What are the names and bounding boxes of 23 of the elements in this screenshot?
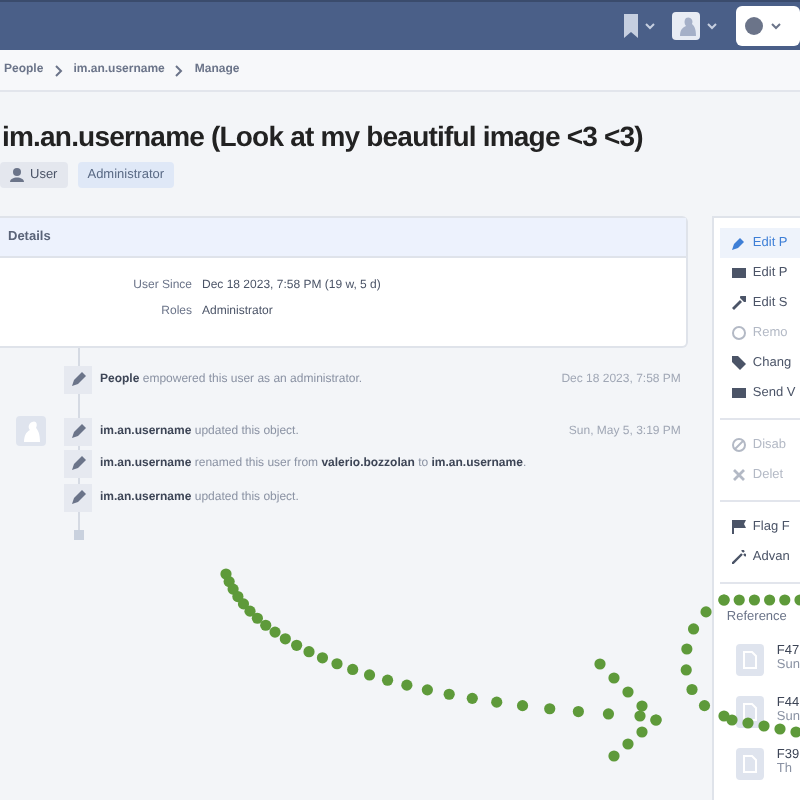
file-icon (736, 644, 765, 676)
file-icon (736, 748, 765, 780)
chevron-right-icon (53, 63, 64, 77)
avatar-icon (16, 416, 46, 447)
page-title: im.an.username (Look at my beautiful image <3 <3) (2, 120, 645, 152)
circle-icon (732, 326, 747, 340)
avatar-icon[interactable] (672, 12, 720, 40)
pencil-icon (64, 450, 92, 479)
wand-icon (732, 550, 747, 564)
bookmark-icon[interactable] (624, 14, 656, 38)
settings-menu-button[interactable] (736, 6, 800, 46)
close-icon (732, 468, 747, 482)
user-icon (10, 168, 24, 182)
pencil-icon (64, 417, 92, 446)
chevron-right-icon (174, 63, 185, 77)
pencil-icon (64, 366, 92, 395)
flag-icon (732, 520, 747, 534)
pepper-outline-drawing (680, 594, 800, 738)
pencil-icon (732, 236, 747, 250)
tag-icon (732, 356, 747, 370)
pencil-icon (64, 483, 92, 512)
timeline-end-marker (74, 530, 84, 540)
ban-icon (732, 438, 747, 452)
